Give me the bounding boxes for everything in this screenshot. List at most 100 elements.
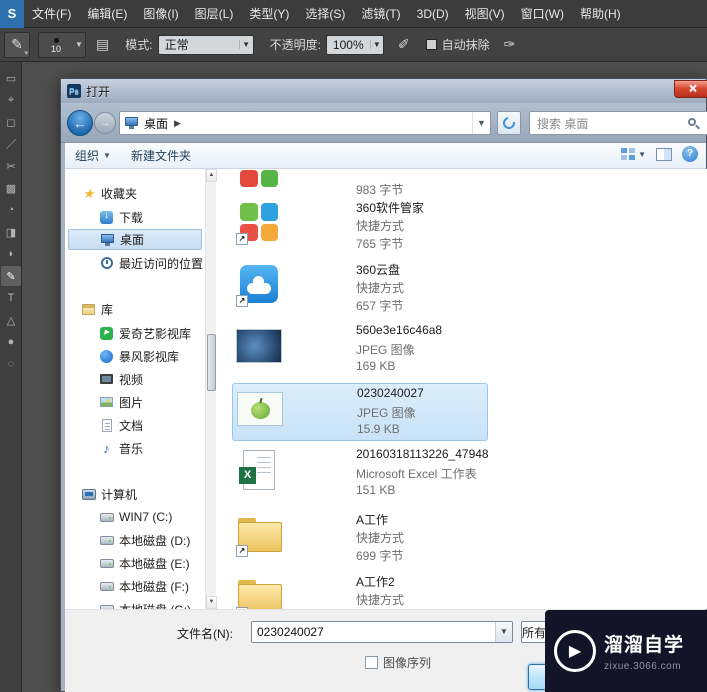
tool-healing-icon[interactable]: ▩ <box>1 178 21 198</box>
desktop-icon <box>100 233 115 246</box>
app-grid-partial-icon <box>240 169 278 187</box>
sidebar-item-storm-library[interactable]: 暴风影视库 <box>65 346 205 366</box>
file-name: 560e3e16c46a8 <box>356 323 443 337</box>
file-row-a-work[interactable]: A工作 快捷方式 699 字节 <box>232 509 488 567</box>
address-history-dropdown[interactable]: ▼ <box>472 112 490 134</box>
image-sequence-checkbox[interactable]: 图像序列 <box>365 654 431 671</box>
item-label: 下载 <box>119 210 144 225</box>
current-tool-icon[interactable]: ✎ ▾ <box>4 31 30 58</box>
file-row-excel[interactable]: 20160318113226_47948 Microsoft Excel 工作表… <box>232 445 489 503</box>
sidebar-group-favorites[interactable]: ★ 收藏夹 <box>65 183 205 203</box>
menu-view[interactable]: 视图(V) <box>457 0 513 28</box>
tool-pen-icon[interactable]: △ <box>1 310 21 330</box>
sidebar-item-iqiyi-library[interactable]: 爱奇艺影视库 <box>65 323 205 343</box>
item-label: 桌面 <box>120 233 145 247</box>
sidebar-item-disk-e[interactable]: 本地磁盘 (E:) <box>65 553 205 573</box>
menu-filter[interactable]: 滤镜(T) <box>353 0 408 28</box>
airbrush-toggle-icon[interactable]: ✐ <box>398 36 410 53</box>
file-size: 151 KB <box>356 483 396 497</box>
brush-panel-toggle-icon[interactable]: ▤ <box>96 36 109 53</box>
tool-hand-icon[interactable]: ◌ <box>1 354 21 374</box>
sidebar-item-desktop[interactable]: 桌面 <box>68 229 202 250</box>
item-label: 图片 <box>119 395 144 410</box>
sidebar-group-libraries[interactable]: 库 <box>65 299 205 319</box>
item-label: 爱奇艺影视库 <box>119 326 192 341</box>
refresh-button[interactable] <box>497 111 521 135</box>
file-type: Microsoft Excel 工作表 <box>356 467 477 481</box>
menu-file[interactable]: 文件(F) <box>24 0 79 28</box>
organize-button[interactable]: 组织 ▼ <box>65 147 121 164</box>
sidebar-item-downloads[interactable]: 下载 <box>65 207 205 227</box>
menu-select[interactable]: 选择(S) <box>297 0 353 28</box>
help-button[interactable]: ? <box>682 146 698 162</box>
menu-3d[interactable]: 3D(D) <box>409 0 457 28</box>
tool-shape-icon[interactable]: ● <box>1 332 21 352</box>
brush-preset-picker[interactable]: 10 ▼ <box>38 31 86 58</box>
menu-type[interactable]: 类型(Y) <box>241 0 297 28</box>
refresh-icon <box>500 114 518 132</box>
address-bar[interactable]: 桌面 ▶ ▼ <box>119 111 491 135</box>
file-row-jpeg-560e[interactable]: 560e3e16c46a8 JPEG 图像 169 KB <box>232 321 488 379</box>
opacity-select[interactable]: 100% ▼ <box>325 34 384 55</box>
sidebar-item-disk-c[interactable]: WIN7 (C:) <box>65 507 205 527</box>
tool-clone-icon[interactable]: ◔ <box>1 200 21 220</box>
sidebar-group-computer[interactable]: 计算机 <box>65 484 205 504</box>
preview-pane-toggle[interactable] <box>656 147 672 161</box>
tool-crop-icon[interactable]: ✂ <box>1 156 21 176</box>
file-type: 快捷方式 <box>356 593 405 607</box>
file-row-360-manager[interactable]: 360软件管家 快捷方式 765 字节 <box>232 197 488 255</box>
sidebar-item-pictures[interactable]: 图片 <box>65 392 205 412</box>
sidebar-item-videos[interactable]: 视频 <box>65 369 205 389</box>
photoshop-logo-icon: S <box>0 0 24 28</box>
close-button[interactable]: ✕ <box>674 80 707 98</box>
menu-help[interactable]: 帮助(H) <box>572 0 629 28</box>
menu-window[interactable]: 窗口(W) <box>513 0 572 28</box>
tool-gradient-icon[interactable]: ◗ <box>1 244 21 264</box>
filename-input[interactable]: 0230240027 ▼ <box>251 621 513 643</box>
navigation-pane: ★ 收藏夹 下载 桌面 最近访问的位置 <box>65 169 205 609</box>
sidebar-item-disk-f[interactable]: 本地磁盘 (F:) <box>65 576 205 596</box>
auto-erase-checkbox[interactable]: 自动抹除 <box>425 36 490 53</box>
breadcrumb-location[interactable]: 桌面 <box>144 115 168 132</box>
tools-panel: ▭ ⌖ ◻ ／ ✂ ▩ ◔ ◨ ◗ ✎ T △ ● ◌ <box>0 62 22 692</box>
dialog-titlebar[interactable]: Ps 打开 ✕ <box>61 79 707 103</box>
checkbox-box <box>365 656 378 669</box>
forward-button[interactable]: → <box>94 112 116 134</box>
scrollbar-thumb[interactable] <box>207 334 216 391</box>
breadcrumb[interactable]: 桌面 ▶ <box>120 112 185 134</box>
tool-eraser-icon[interactable]: ◨ <box>1 222 21 242</box>
blend-mode-value: 正常 <box>164 38 189 52</box>
file-type: JPEG 图像 <box>357 406 416 420</box>
new-folder-button[interactable]: 新建文件夹 <box>121 147 201 164</box>
sidebar-item-disk-g[interactable]: 本地磁盘 (G:) <box>65 599 205 609</box>
sidebar-item-documents[interactable]: 文档 <box>65 415 205 435</box>
sidebar-item-recent-places[interactable]: 最近访问的位置 <box>65 253 205 273</box>
file-list: 983 字节 360软件管家 快捷方式 765 字节 <box>216 169 707 609</box>
file-row-360-cloud[interactable]: 360云盘 快捷方式 657 字节 <box>232 259 488 317</box>
tool-marquee-icon[interactable]: ◻ <box>1 112 21 132</box>
sidebar-scrollbar[interactable]: ▲ ▼ <box>205 169 217 609</box>
tool-eyedropper-icon[interactable]: ▭ <box>1 68 21 88</box>
menu-edit[interactable]: 编辑(E) <box>79 0 135 28</box>
chevron-down-icon[interactable]: ▼ <box>495 622 512 642</box>
sidebar-item-disk-d[interactable]: 本地磁盘 (D:) <box>65 530 205 550</box>
search-input[interactable]: 搜索 桌面 <box>529 111 707 135</box>
blend-mode-select[interactable]: 正常 ▼ <box>157 34 254 55</box>
pressure-toggle-icon[interactable]: ✑ <box>504 36 516 53</box>
checkbox-box <box>425 39 437 50</box>
file-size: 983 字节 <box>356 183 404 197</box>
menu-image[interactable]: 图像(I) <box>135 0 186 28</box>
tool-lasso-icon[interactable]: ／ <box>1 134 21 154</box>
menu-layer[interactable]: 图层(L) <box>187 0 242 28</box>
back-button[interactable]: ← <box>67 110 93 136</box>
sidebar-item-music[interactable]: ♪ 音乐 <box>65 438 205 458</box>
tool-type-icon[interactable]: T <box>1 288 21 308</box>
chevron-right-icon[interactable]: ▶ <box>174 118 181 129</box>
item-label: 音乐 <box>119 441 144 456</box>
file-name: 360云盘 <box>356 263 401 277</box>
file-row-a-work-2[interactable]: A工作2 快捷方式 <box>232 571 488 609</box>
tool-move-icon[interactable]: ⌖ <box>1 90 21 110</box>
change-view-button[interactable]: ▼ <box>621 148 646 160</box>
file-row-selected-0230240027[interactable]: 0230240027 JPEG 图像 15.9 KB <box>232 383 488 441</box>
tool-brush-icon[interactable]: ✎ <box>1 266 21 286</box>
